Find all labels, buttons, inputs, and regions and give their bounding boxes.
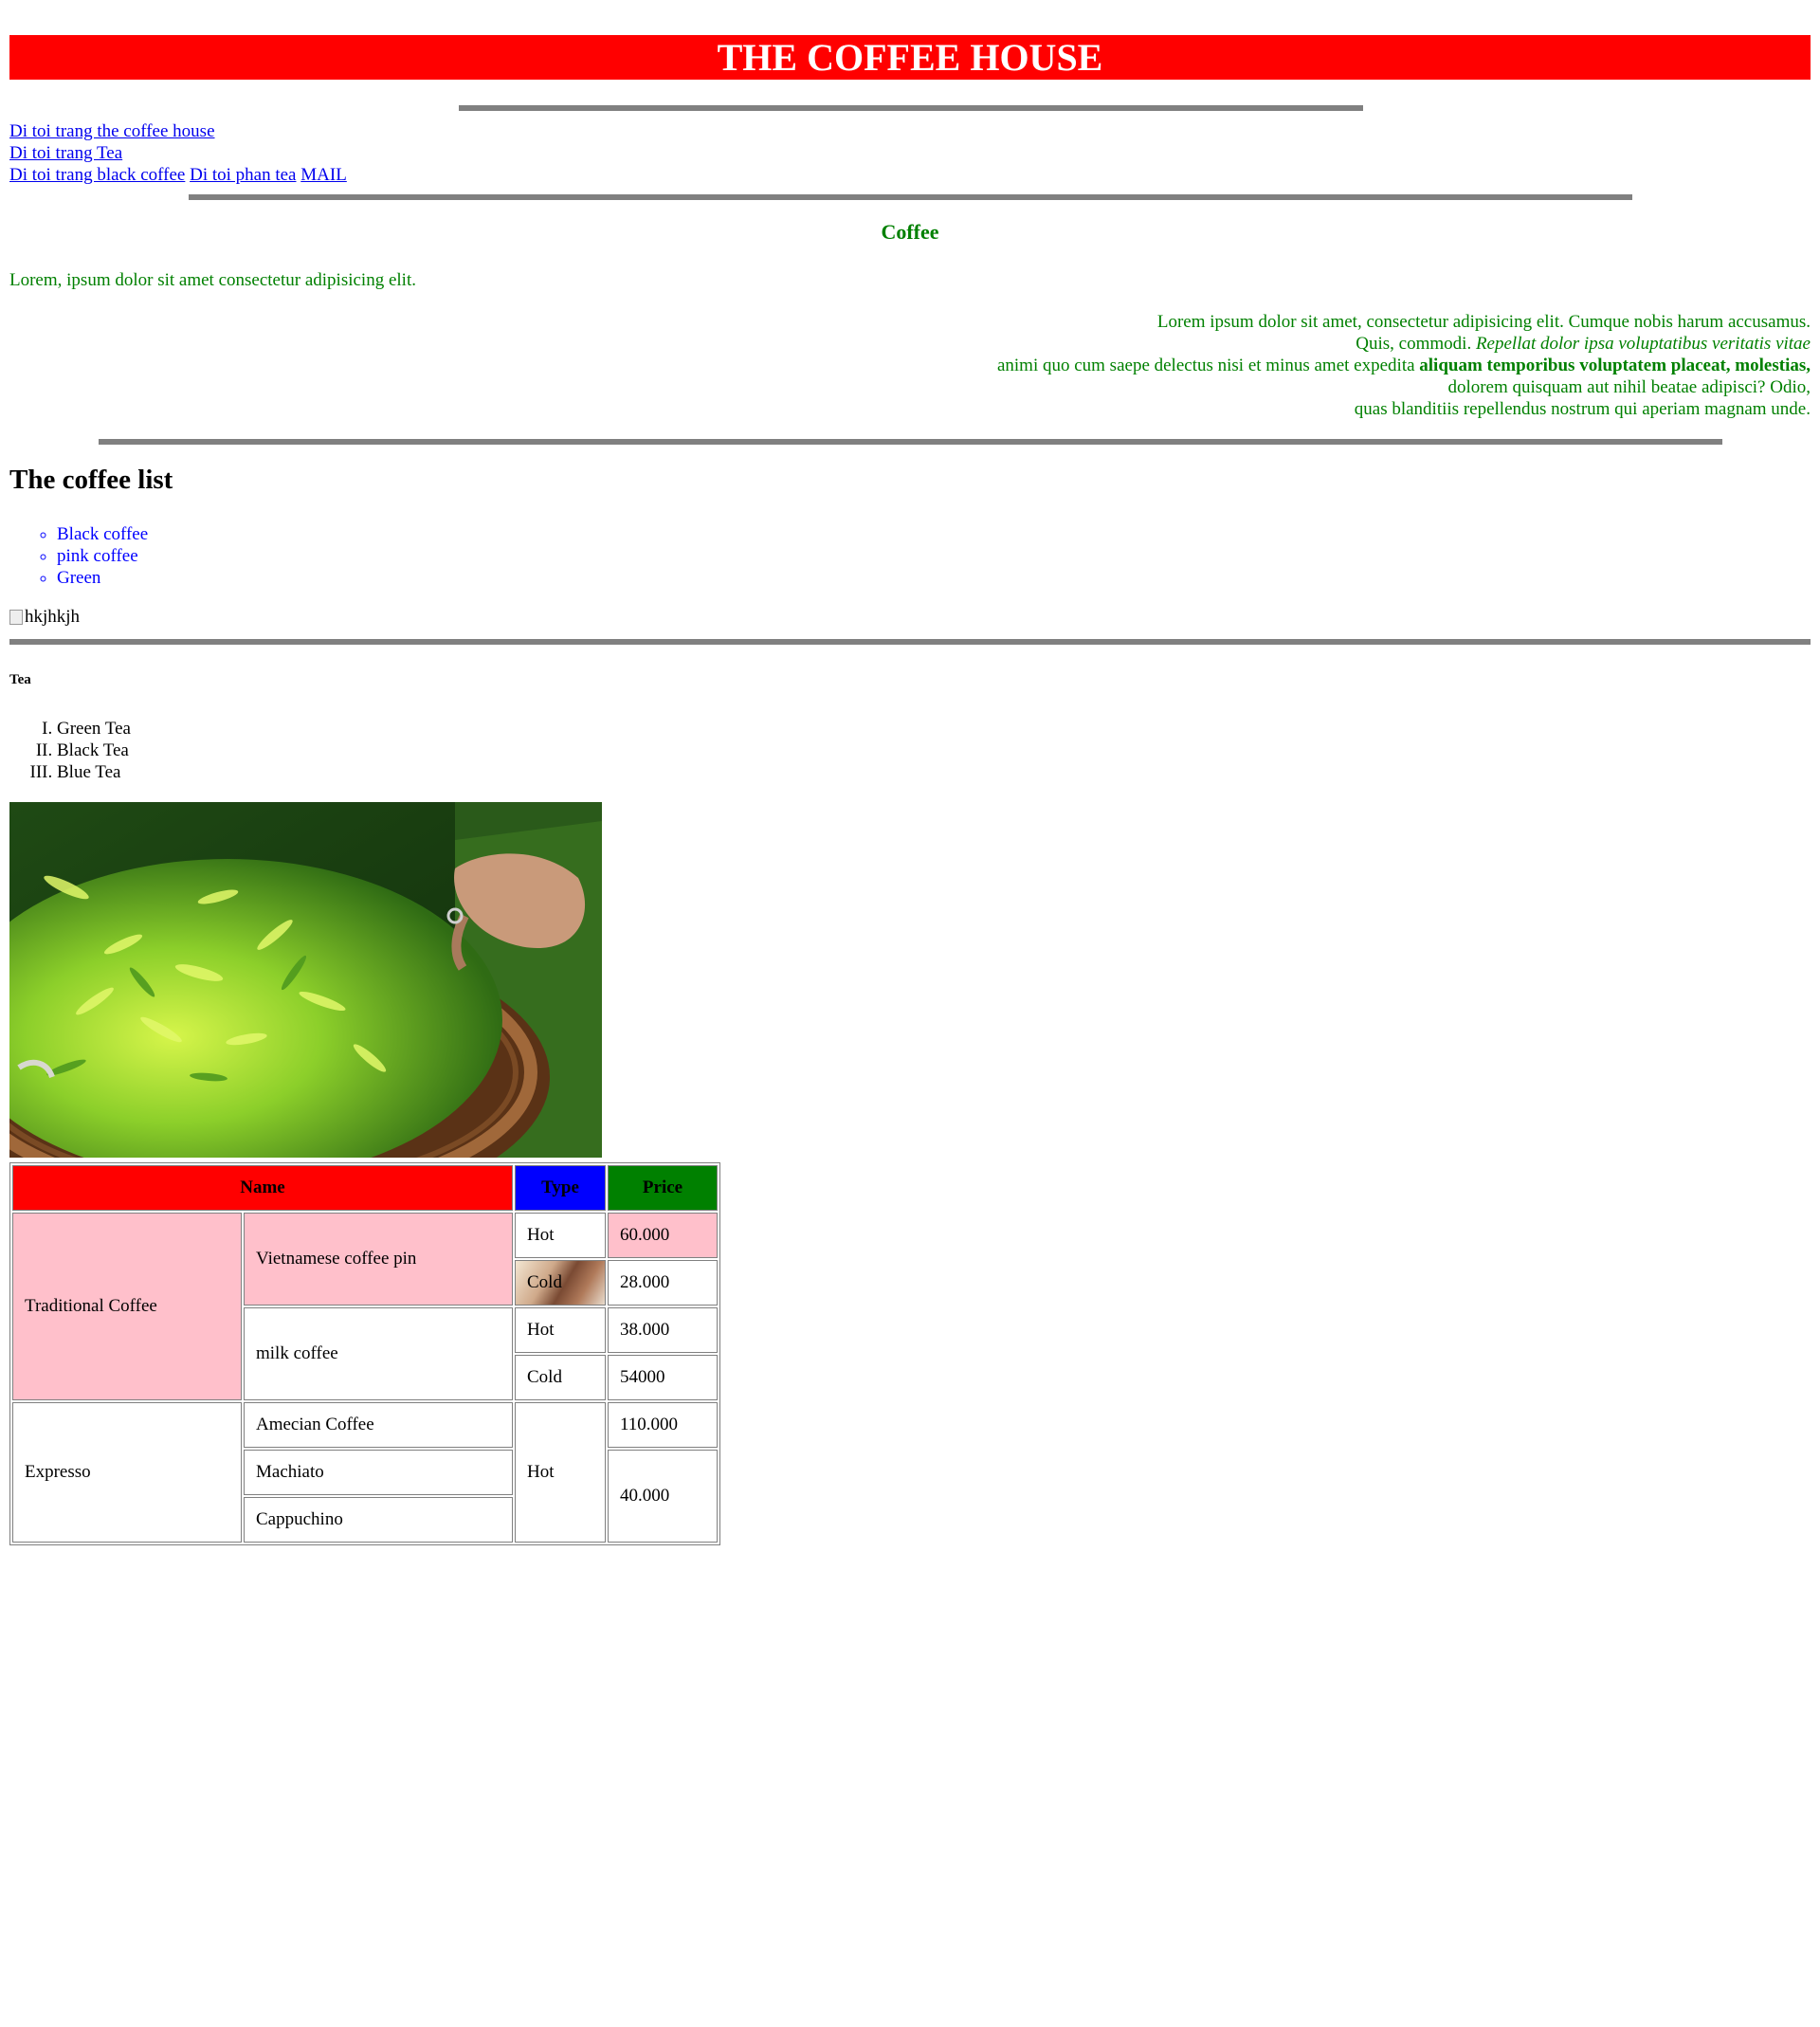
table-header-row: Name Type Price	[12, 1165, 718, 1211]
coffee-list-heading: The coffee list	[9, 465, 173, 495]
paragraph-bold: aliquam temporibus voluptatem placeat, m…	[1419, 356, 1811, 375]
price-cell: 40.000	[608, 1450, 718, 1543]
table-row: Expresso Amecian Coffee Hot 110.000	[12, 1402, 718, 1543]
link-coffee-house[interactable]: Di toi trang the coffee house	[9, 121, 215, 141]
type-cell: Cold	[515, 1355, 606, 1400]
tea-leaves-photo	[9, 802, 602, 1158]
price-cell: 28.000	[608, 1260, 718, 1306]
link-tea-section[interactable]: Di toi phan tea	[190, 165, 296, 185]
broken-image-icon	[9, 610, 23, 625]
list-item: Blue Tea	[57, 761, 131, 783]
coffee-intro: Lorem, ipsum dolor sit amet consectetur …	[9, 270, 416, 290]
type-cell: Hot	[515, 1307, 606, 1353]
type-cell: Hot	[515, 1213, 606, 1258]
link-mail[interactable]: MAIL	[300, 165, 347, 185]
group-traditional-coffee: Traditional Coffee	[12, 1213, 242, 1400]
header-name: Name	[12, 1165, 513, 1211]
type-cell: Hot	[515, 1402, 606, 1543]
divider	[189, 194, 1632, 200]
item-machiato: Machiato	[244, 1450, 513, 1495]
link-tea-page[interactable]: Di toi trang Tea	[9, 143, 122, 163]
paragraph-line: animi quo cum saepe delectus nisi et min…	[996, 356, 1415, 375]
link-black-coffee[interactable]: Di toi trang black coffee	[9, 165, 185, 185]
paragraph-line: Lorem ipsum dolor sit amet, consectetur …	[1156, 312, 1811, 332]
item-milk-coffee: milk coffee	[244, 1307, 513, 1400]
price-cell: 54000	[608, 1355, 718, 1400]
coffee-menu-table: Name Type Price Traditional Coffee Vietn…	[9, 1162, 720, 1545]
site-title: THE COFFEE HOUSE	[9, 35, 1811, 80]
tea-list: Green Tea Black Tea Blue Tea	[9, 718, 131, 783]
divider	[459, 105, 1363, 111]
broken-image: hkjhkjh	[9, 607, 80, 628]
header-price: Price	[608, 1165, 718, 1211]
item-amecian-coffee: Amecian Coffee	[244, 1402, 513, 1448]
price-cell: 110.000	[608, 1402, 718, 1448]
paragraph-italic: Repellat dolor ipsa voluptatibus veritat…	[1475, 334, 1811, 354]
divider	[9, 639, 1811, 645]
price-cell: 38.000	[608, 1307, 718, 1353]
coffee-paragraph: Lorem ipsum dolor sit amet, consectetur …	[9, 311, 1811, 420]
type-cell: Cold	[515, 1260, 606, 1306]
divider	[99, 439, 1722, 445]
list-item: Green	[57, 567, 148, 589]
paragraph-line: quas blanditiis repellendus nostrum qui …	[1354, 399, 1811, 419]
group-expresso: Expresso	[12, 1402, 242, 1543]
list-item: Green Tea	[57, 718, 131, 740]
list-item: Black Tea	[57, 740, 131, 761]
item-vietnamese-coffee-pin: Vietnamese coffee pin	[244, 1213, 513, 1306]
paragraph-line: Quis, commodi.	[1356, 334, 1472, 354]
paragraph-line: dolorem quisquam aut nihil beatae adipis…	[1447, 377, 1811, 397]
nav-links: Di toi trang the coffee house Di toi tra…	[9, 120, 347, 186]
tea-heading: Tea	[9, 672, 31, 687]
item-cappuchino: Cappuchino	[244, 1497, 513, 1543]
list-item: pink coffee	[57, 545, 148, 567]
price-cell: 60.000	[608, 1213, 718, 1258]
image-alt-text: hkjhkjh	[25, 607, 81, 627]
coffee-heading: Coffee	[881, 220, 939, 244]
table-row: Traditional Coffee Vietnamese coffee pin…	[12, 1213, 718, 1400]
coffee-list: Black coffee pink coffee Green	[9, 523, 148, 589]
header-type: Type	[515, 1165, 606, 1211]
list-item: Black coffee	[57, 523, 148, 545]
